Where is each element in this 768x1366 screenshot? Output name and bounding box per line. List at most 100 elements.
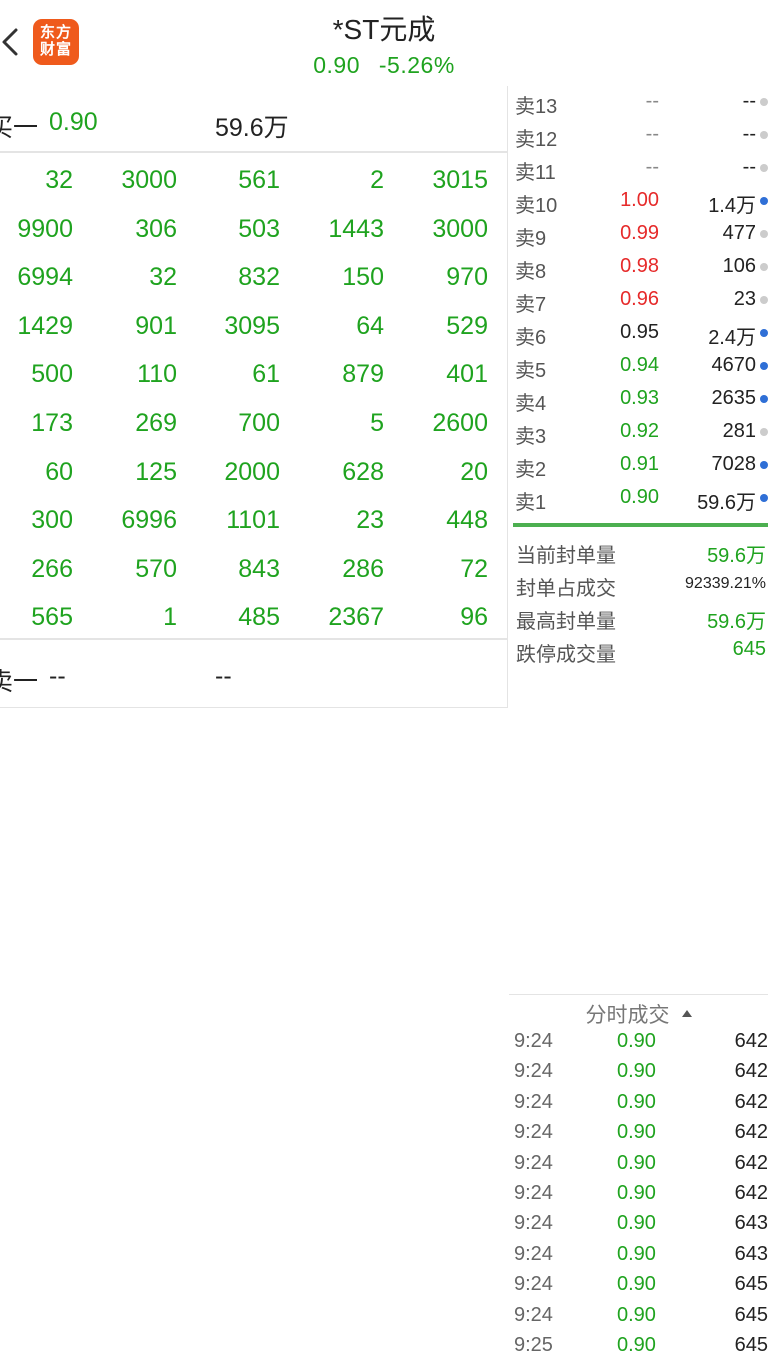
tick-price: 0.90 bbox=[617, 1242, 656, 1265]
level-volume: 59.6万 bbox=[697, 492, 756, 514]
buy-queue-panel: 买一 0.90 59.6万 32 3000 561 2 3015 9900 306 503 14… bbox=[0, 86, 508, 708]
queue-cell: 9900 bbox=[17, 214, 73, 243]
level-price: -- bbox=[645, 156, 659, 178]
queue-cell: 485 bbox=[238, 603, 280, 632]
level-label: 卖11 bbox=[515, 162, 556, 184]
queue-cell: 529 bbox=[446, 311, 488, 340]
level-label: 卖5 bbox=[515, 360, 547, 382]
queue-cell: 879 bbox=[342, 360, 384, 389]
stat-row: 最高封单量 59.6万 bbox=[509, 600, 768, 633]
tick-price: 0.90 bbox=[617, 1121, 656, 1144]
tick-volume: 645 bbox=[734, 1303, 768, 1326]
tick-row: 9:24 0.90 642 bbox=[509, 1058, 768, 1088]
sell1-row[interactable]: 卖一 -- -- bbox=[0, 640, 508, 707]
tick-row: 9:24 0.90 642 bbox=[509, 1119, 768, 1149]
order-book-row[interactable]: 卖10 1.00 1.4万 bbox=[509, 185, 768, 218]
tick-row: 9:24 0.90 642 bbox=[509, 1028, 768, 1058]
tick-time: 9:24 bbox=[514, 1090, 553, 1113]
queue-cell: 500 bbox=[31, 360, 73, 389]
order-book-row[interactable]: 卖12 -- -- bbox=[509, 119, 768, 152]
stat-value: 645 bbox=[732, 638, 766, 660]
order-book-row[interactable]: 卖7 0.96 23 bbox=[509, 284, 768, 317]
ticks-header[interactable]: 分时成交 bbox=[509, 999, 768, 1029]
tick-time: 9:24 bbox=[514, 1060, 553, 1083]
stat-value: 59.6万 bbox=[707, 545, 766, 567]
stat-label: 当前封单量 bbox=[516, 545, 616, 567]
status-dot-icon bbox=[760, 494, 768, 502]
divider-green bbox=[513, 523, 768, 527]
order-book-row[interactable]: 卖2 0.91 7028 bbox=[509, 449, 768, 482]
level-volume: 2635 bbox=[711, 387, 757, 409]
queue-cell: 6996 bbox=[121, 506, 177, 535]
order-book-row[interactable]: 卖1 0.90 59.6万 bbox=[509, 482, 768, 515]
queue-cell: 448 bbox=[446, 506, 488, 535]
level-label: 卖13 bbox=[515, 96, 558, 118]
tick-time: 9:24 bbox=[514, 1242, 553, 1265]
queue-cell: 901 bbox=[135, 311, 177, 340]
buy1-row[interactable]: 买一 0.90 59.6万 bbox=[0, 86, 508, 153]
level-volume: 477 bbox=[722, 222, 756, 244]
queue-cell: 61 bbox=[252, 360, 280, 389]
queue-cell: 503 bbox=[238, 214, 280, 243]
order-book-row[interactable]: 卖6 0.95 2.4万 bbox=[509, 317, 768, 350]
level-price: 0.98 bbox=[620, 255, 659, 277]
order-book-row[interactable]: 卖11 -- -- bbox=[509, 152, 768, 185]
stat-row: 封单占成交 92339.21% bbox=[509, 567, 768, 600]
level-label: 卖1 bbox=[515, 492, 547, 514]
level-volume: 1.4万 bbox=[708, 195, 756, 217]
status-dot-icon bbox=[760, 197, 768, 205]
order-book-row[interactable]: 卖8 0.98 106 bbox=[509, 251, 768, 284]
level-volume: -- bbox=[742, 90, 756, 112]
tick-price: 0.90 bbox=[617, 1090, 656, 1113]
queue-cell: 2367 bbox=[328, 603, 384, 632]
stat-row: 当前封单量 59.6万 bbox=[509, 534, 768, 567]
order-book-row[interactable]: 卖13 -- -- bbox=[509, 86, 768, 119]
tick-time: 9:25 bbox=[514, 1334, 553, 1356]
status-dot-icon bbox=[760, 296, 768, 304]
price-summary: 0.90 -5.26% bbox=[0, 52, 768, 79]
queue-cell: 5 bbox=[370, 408, 384, 437]
tick-volume: 642 bbox=[734, 1151, 768, 1174]
level-label: 卖12 bbox=[515, 129, 558, 151]
queue-cell: 832 bbox=[238, 263, 280, 292]
status-dot-icon bbox=[760, 263, 768, 271]
level-price: 0.99 bbox=[620, 222, 659, 244]
queue-row: 266 570 843 286 72 bbox=[0, 545, 508, 594]
tick-row: 9:24 0.90 645 bbox=[509, 1271, 768, 1301]
level-label: 卖3 bbox=[515, 426, 547, 448]
queue-cell: 266 bbox=[31, 554, 73, 583]
level-label: 卖6 bbox=[515, 327, 547, 349]
stat-value: 59.6万 bbox=[707, 611, 766, 633]
stat-row: 跌停成交量 645 bbox=[509, 633, 768, 666]
status-dot-icon bbox=[760, 230, 768, 238]
order-book-row[interactable]: 卖5 0.94 4670 bbox=[509, 350, 768, 383]
level-label: 卖2 bbox=[515, 459, 547, 481]
level-price: -- bbox=[645, 90, 659, 112]
status-dot-icon bbox=[760, 428, 768, 436]
tick-volume: 642 bbox=[734, 1090, 768, 1113]
queue-row: 565 1 485 2367 96 bbox=[0, 593, 508, 642]
level-label: 卖9 bbox=[515, 228, 547, 250]
tick-time: 9:24 bbox=[514, 1212, 553, 1235]
sell1-price: -- bbox=[49, 662, 66, 690]
level-price: 0.90 bbox=[620, 486, 659, 508]
queue-cell: 1443 bbox=[328, 214, 384, 243]
queue-cell: 3015 bbox=[432, 166, 488, 194]
tick-trades-panel: 分时成交 9:24 0.90 642 9:24 0.90 642 9:24 0.90 642 9:… bbox=[509, 994, 768, 1356]
stat-value: 92339.21% bbox=[685, 575, 766, 592]
level-volume: 7028 bbox=[711, 453, 757, 475]
order-book-row[interactable]: 卖9 0.99 477 bbox=[509, 218, 768, 251]
sell1-label: 卖一 bbox=[0, 668, 39, 696]
queue-row: 500 110 61 879 401 bbox=[0, 350, 508, 399]
level-price: 0.94 bbox=[620, 354, 659, 376]
level-price: 0.92 bbox=[620, 420, 659, 442]
tick-volume: 645 bbox=[734, 1334, 768, 1356]
queue-cell: 173 bbox=[31, 408, 73, 437]
order-book-row[interactable]: 卖4 0.93 2635 bbox=[509, 383, 768, 416]
tick-time: 9:24 bbox=[514, 1303, 553, 1326]
order-book-row[interactable]: 卖3 0.92 281 bbox=[509, 416, 768, 449]
status-dot-icon bbox=[760, 131, 768, 139]
sort-up-icon bbox=[681, 1009, 692, 1017]
order-queue-grid: 32 3000 561 2 3015 9900 306 503 1443 3000 6994 32 83… bbox=[0, 156, 508, 642]
tick-price: 0.90 bbox=[617, 1060, 656, 1083]
